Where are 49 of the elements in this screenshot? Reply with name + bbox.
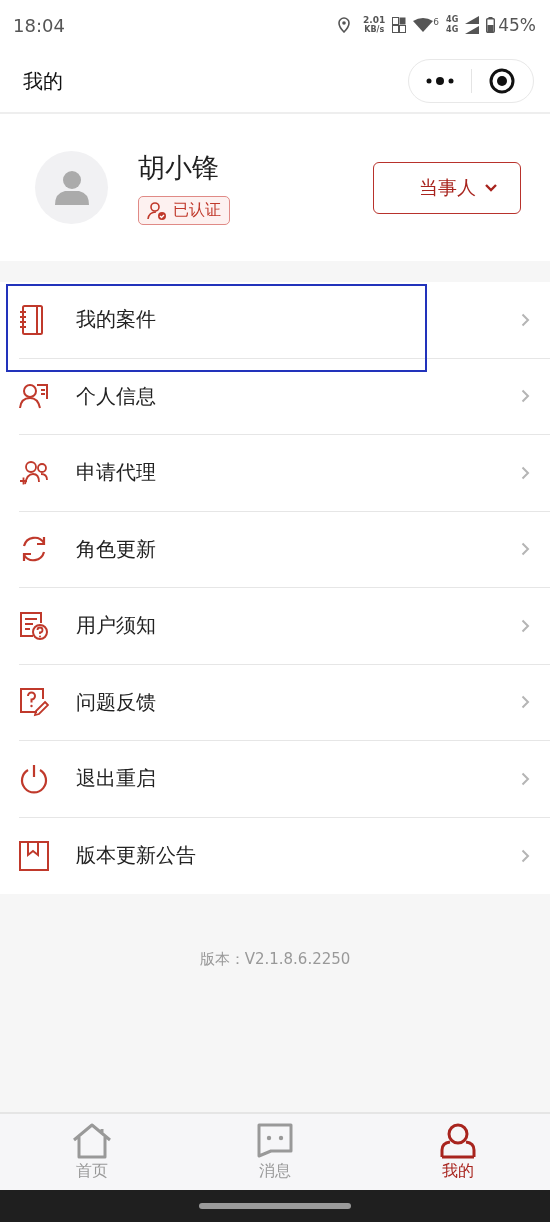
network-type: 4G bbox=[446, 25, 459, 35]
target-icon bbox=[489, 68, 516, 94]
verified-user-icon bbox=[147, 200, 167, 221]
chevron-right-icon bbox=[521, 771, 530, 786]
verified-label: 已认证 bbox=[173, 200, 221, 221]
menu-item[interactable]: 问题反馈 bbox=[19, 664, 550, 741]
menu-item[interactable]: 退出重启 bbox=[19, 741, 550, 818]
menu-item[interactable]: 版本更新公告 bbox=[19, 817, 550, 894]
battery-icon bbox=[486, 17, 496, 33]
menu-item[interactable]: 个人信息 bbox=[19, 358, 550, 435]
chevron-right-icon bbox=[521, 848, 530, 863]
speed-unit: KB/s bbox=[364, 25, 385, 34]
people-add-icon bbox=[19, 459, 49, 486]
home-icon bbox=[71, 1122, 112, 1159]
bookmark-icon bbox=[19, 840, 49, 871]
more-icon bbox=[425, 77, 454, 85]
chevron-right-icon bbox=[521, 542, 530, 557]
role-dropdown[interactable]: 当事人 bbox=[373, 161, 521, 214]
signal-icon bbox=[465, 16, 480, 34]
menu-item[interactable]: 用户须知 bbox=[19, 588, 550, 665]
chevron-right-icon bbox=[521, 312, 530, 327]
person-silhouette-icon bbox=[52, 168, 91, 207]
sim-icon bbox=[392, 17, 407, 33]
chevron-right-icon bbox=[521, 618, 530, 633]
network-type: 4G bbox=[446, 15, 459, 25]
notebook-icon bbox=[19, 304, 45, 335]
contact-card-icon bbox=[19, 383, 49, 410]
question-pencil-icon bbox=[19, 687, 49, 718]
status-time: 18:04 bbox=[13, 14, 65, 36]
page-title: 我的 bbox=[23, 67, 63, 95]
chevron-right-icon bbox=[521, 465, 530, 480]
location-icon bbox=[338, 17, 351, 33]
chevron-right-icon bbox=[521, 695, 530, 710]
chat-icon bbox=[257, 1122, 293, 1159]
wifi-icon bbox=[413, 18, 434, 32]
network-speed: 2.01 bbox=[363, 16, 386, 25]
chevron-right-icon bbox=[521, 389, 530, 404]
person-icon bbox=[440, 1122, 477, 1159]
document-question-icon bbox=[19, 610, 49, 641]
chevron-down-icon bbox=[484, 182, 498, 193]
power-icon bbox=[19, 763, 49, 794]
menu-item[interactable]: 我的案件 bbox=[19, 282, 550, 359]
menu-item[interactable]: 角色更新 bbox=[19, 511, 550, 588]
wifi-generation-label: 6 bbox=[433, 18, 440, 27]
battery-level: 45% bbox=[498, 15, 536, 35]
user-name: 胡小锋 bbox=[138, 151, 219, 185]
version-text: 版本：V2.1.8.6.2250 bbox=[199, 950, 351, 970]
menu-item[interactable]: 申请代理 bbox=[19, 435, 550, 512]
tab[interactable]: 我的 bbox=[366, 1114, 550, 1190]
